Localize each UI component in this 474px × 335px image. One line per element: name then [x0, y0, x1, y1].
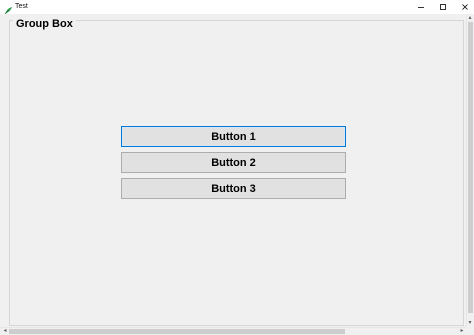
horizontal-scroll-thumb[interactable] — [9, 329, 345, 334]
vertical-scroll-thumb[interactable] — [468, 22, 473, 313]
main-window: Test Group Box Button 1 Button 2 Button … — [0, 0, 474, 335]
button-2[interactable]: Button 2 — [121, 152, 346, 173]
scrollbar-corner — [466, 327, 474, 335]
scroll-left-arrow-icon[interactable]: ◂ — [1, 327, 9, 335]
close-button[interactable] — [452, 0, 474, 14]
group-box — [9, 20, 464, 326]
button-1[interactable]: Button 1 — [121, 126, 346, 147]
scroll-right-arrow-icon[interactable]: ▸ — [458, 327, 466, 335]
scroll-up-arrow-icon[interactable]: ▴ — [466, 14, 474, 22]
feather-icon — [4, 2, 13, 15]
title-bar[interactable]: Test — [0, 0, 474, 15]
group-box-title: Group Box — [13, 18, 76, 31]
scroll-down-arrow-icon[interactable]: ▾ — [466, 319, 474, 327]
button-3[interactable]: Button 3 — [121, 178, 346, 199]
window-title: Test — [15, 3, 28, 10]
